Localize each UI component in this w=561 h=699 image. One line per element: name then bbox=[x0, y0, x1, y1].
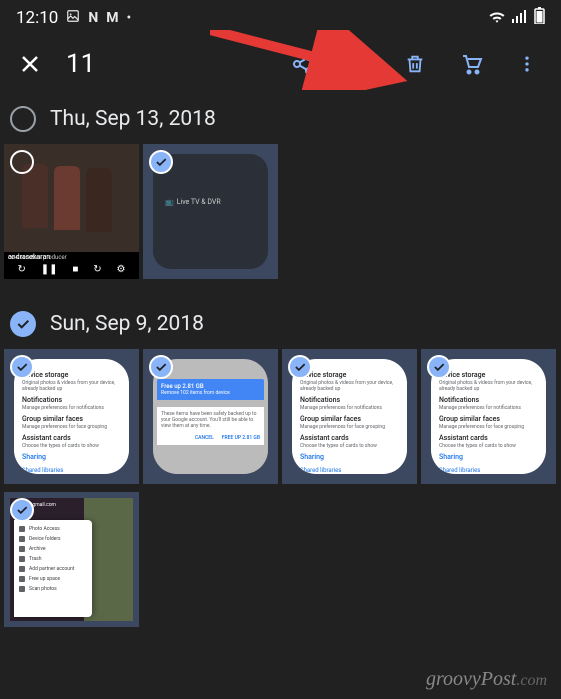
overflow-button[interactable] bbox=[503, 40, 551, 88]
photo-thumbnail[interactable]: Device storage Original photos & videos … bbox=[4, 349, 139, 484]
settings-preview: Device storage Original photos & videos … bbox=[431, 359, 546, 474]
wifi-icon bbox=[488, 8, 506, 28]
dot-icon: • bbox=[127, 10, 132, 26]
signal-icon bbox=[512, 8, 528, 28]
settings-icon[interactable]: ⚙ bbox=[117, 264, 126, 275]
thumbnail-grid: co-executive producer andrasekaran ↻ ❚❚ … bbox=[0, 144, 561, 279]
photo-thumbnail[interactable]: 📺Live TV & DVR bbox=[143, 144, 278, 279]
thumb-checkbox-checked[interactable] bbox=[10, 355, 34, 379]
section-checkbox-unchecked[interactable] bbox=[10, 106, 36, 132]
photo-thumbnail[interactable]: Device storage Original photos & videos … bbox=[282, 349, 417, 484]
forward-icon[interactable]: ↻ bbox=[93, 264, 101, 275]
photo-thumbnail[interactable]: co-executive producer andrasekaran ↻ ❚❚ … bbox=[4, 144, 139, 279]
settings-preview: Device storage Original photos & videos … bbox=[292, 359, 407, 474]
thumbnail-grid: Device storage Original photos & videos … bbox=[0, 349, 561, 627]
thumb-checkbox-checked[interactable] bbox=[149, 150, 173, 174]
pause-icon[interactable]: ❚❚ bbox=[41, 264, 58, 275]
status-bar: 12:10 N M • bbox=[0, 0, 561, 36]
freeup-preview: Free up 2.81 GB Remove 102 items from de… bbox=[153, 359, 268, 474]
gmail-icon: M bbox=[106, 10, 118, 26]
thumb-checkbox-checked[interactable] bbox=[288, 355, 312, 379]
netflix-icon: N bbox=[88, 10, 98, 26]
close-button[interactable] bbox=[10, 44, 50, 84]
thumb-checkbox[interactable] bbox=[10, 150, 34, 174]
photo-thumbnail[interactable]: ▲ try@gmail.com Photo Access Device fold… bbox=[4, 492, 139, 627]
replay-icon[interactable]: ↻ bbox=[17, 264, 25, 275]
image-icon bbox=[66, 9, 80, 27]
video-controls: ↻ ❚❚ ■ ↻ ⚙ bbox=[4, 264, 139, 275]
section-title: Sun, Sep 9, 2018 bbox=[50, 312, 204, 336]
photo-thumbnail[interactable]: Free up 2.81 GB Remove 102 items from de… bbox=[143, 349, 278, 484]
delete-button[interactable] bbox=[391, 40, 439, 88]
section-title: Thu, Sep 13, 2018 bbox=[50, 107, 216, 131]
status-left: 12:10 N M • bbox=[16, 8, 131, 28]
thumb-checkbox-checked[interactable] bbox=[427, 355, 451, 379]
add-button[interactable] bbox=[335, 40, 383, 88]
thumb-checkbox-checked[interactable] bbox=[149, 355, 173, 379]
tv-preview: 📺Live TV & DVR bbox=[153, 154, 268, 269]
selection-top-bar: 11 bbox=[0, 36, 561, 92]
section-checkbox-checked[interactable] bbox=[10, 311, 36, 337]
selection-count: 11 bbox=[66, 49, 271, 79]
battery-icon bbox=[534, 7, 545, 29]
section-header[interactable]: Thu, Sep 13, 2018 bbox=[0, 92, 561, 144]
section-header[interactable]: Sun, Sep 9, 2018 bbox=[0, 297, 561, 349]
status-right bbox=[488, 7, 545, 29]
tv-label: 📺Live TV & DVR bbox=[165, 198, 221, 206]
settings-preview: Device storage Original photos & videos … bbox=[14, 359, 129, 474]
photo-thumbnail[interactable]: Device storage Original photos & videos … bbox=[421, 349, 556, 484]
share-button[interactable] bbox=[279, 40, 327, 88]
status-time: 12:10 bbox=[16, 8, 58, 28]
stop-icon[interactable]: ■ bbox=[72, 264, 78, 275]
watermark: groovyPost.com bbox=[426, 668, 547, 691]
thumb-checkbox-checked[interactable] bbox=[10, 498, 34, 522]
cart-button[interactable] bbox=[447, 40, 495, 88]
